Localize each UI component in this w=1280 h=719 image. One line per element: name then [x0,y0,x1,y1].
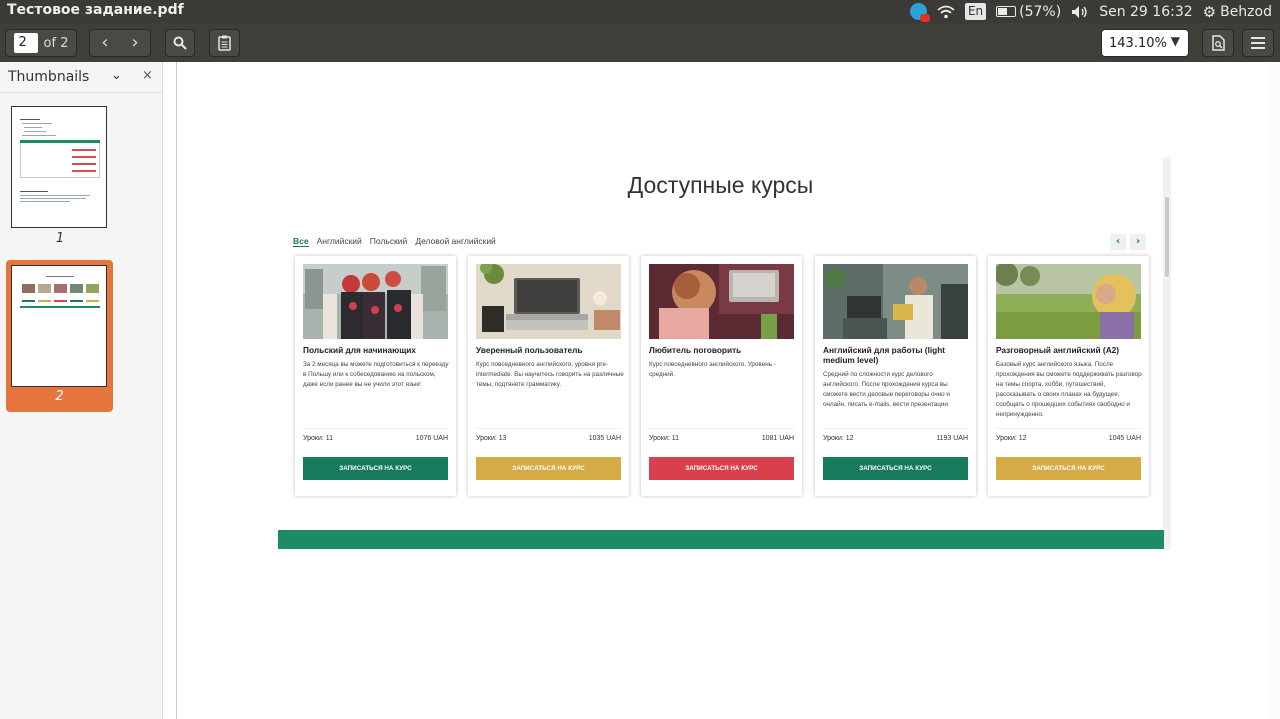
menu-button[interactable] [1242,29,1274,57]
sidebar-header: Thumbnails ⌄ × [0,62,162,93]
search-button[interactable] [165,29,195,57]
tab-business-english[interactable]: Деловой английский [415,236,496,247]
page-thumbnail-2-number: 2 [55,389,64,404]
enroll-button[interactable]: ЗАПИСАТЬСЯ НА КУРС [303,457,448,480]
course-image [476,264,621,339]
tab-english[interactable]: Английский [317,236,362,247]
course-description: Курс повседневного английского, уровня p… [476,361,624,388]
enroll-button[interactable]: ЗАПИСАТЬСЯ НА КУРС [996,457,1141,480]
next-page-button[interactable]: › [120,30,150,56]
carousel-nav: ‹ › [1110,234,1146,250]
page-total-label: of 2 [43,35,69,51]
system-tray: En (57%) Sen 29 16:32 ⚙ Behzod [909,0,1272,23]
course-description: За 2 месяца вы можете подготовиться к пе… [303,361,449,388]
page-thumbnail-1[interactable] [11,106,107,228]
chevron-down-icon: ▼ [1170,34,1180,48]
hamburger-menu-icon [1251,37,1265,49]
document-properties-button[interactable] [1202,29,1234,57]
battery-indicator[interactable]: (57%) [996,4,1061,20]
card-divider [996,428,1141,429]
course-price: 1193 UAH [936,435,968,442]
card-divider [649,428,794,429]
course-lessons: Уроки: 11 [649,435,680,442]
course-card-polish-beginners: Польский для начинающих За 2 месяца вы м… [295,256,456,496]
viewer-toolbar: 2 of 2 ‹ › 143.10% ▼ [0,23,1280,62]
zoom-selector[interactable]: 143.10% ▼ [1101,29,1189,57]
course-title: Разговорный английский (A2) [996,345,1120,355]
tab-all[interactable]: Все [293,236,309,247]
page-edge [176,62,177,719]
tab-polish[interactable]: Польский [370,236,408,247]
system-top-bar: Тестовое задание.pdf En (57%) Sen 29 16:… [0,0,1280,23]
sidebar-title: Thumbnails [8,69,90,85]
user-name: Behzod [1220,3,1272,20]
wifi-icon[interactable] [937,5,955,19]
search-icon [173,36,187,50]
course-price: 1081 UAH [761,435,794,442]
course-image [996,264,1141,339]
enroll-button[interactable]: ЗАПИСАТЬСЯ НА КУРС [649,457,794,480]
document-scrollbar[interactable] [1269,62,1280,719]
battery-percent: (57%) [1019,3,1062,20]
thumbnails-sidebar: Thumbnails ⌄ × 1 2 [0,62,163,719]
previous-page-button[interactable]: ‹ [90,30,120,56]
course-description: Курс повседневного английского. Уровень … [649,361,776,378]
battery-icon [996,6,1017,17]
course-title: Любитель поговорить [649,345,742,355]
course-image [823,264,968,339]
course-image [303,264,448,339]
course-card-english-for-work: Английский для работы (light medium leve… [815,256,976,496]
volume-icon[interactable] [1071,5,1089,19]
telegram-icon[interactable] [909,3,930,22]
battery-level-fill [998,8,1007,15]
course-card-confident-user: Уверенный пользователь Курс повседневног… [468,256,629,496]
page-footer-strip [278,530,1164,549]
enroll-button[interactable]: ЗАПИСАТЬСЯ НА КУРС [476,457,621,480]
user-menu[interactable]: ⚙ Behzod [1203,3,1272,21]
course-lessons: Уроки: 13 [476,435,507,442]
course-card-conversation-lover: Любитель поговорить Курс повседневного а… [641,256,802,496]
page-nav-group: ‹ › [89,29,151,57]
zoom-value: 143.10% [1109,35,1167,51]
power-icon: ⚙ [1202,2,1217,21]
current-page-input[interactable]: 2 [13,33,38,53]
course-title: Уверенный пользователь [476,345,583,355]
course-description: Базовый курс английского языка. После пр… [996,361,1142,418]
course-title: Польский для начинающих [303,345,416,355]
card-divider [823,428,968,429]
courses-heading: Доступные курсы [627,172,814,198]
course-price: 1045 UAH [1108,435,1141,442]
clipboard-icon [218,35,231,51]
course-price: 1076 UAH [415,435,448,442]
course-title: Английский для работы (light medium leve… [823,345,946,365]
page-thumbnail-2 [11,265,107,387]
annotations-button[interactable] [209,29,240,57]
course-price: 1035 UAH [588,435,621,442]
card-divider [303,428,448,429]
course-card-conversational-english: Разговорный английский (A2) Базовый курс… [988,256,1149,496]
page-selector[interactable]: 2 of 2 [5,29,77,57]
course-description: Средний по сложности курс делового англи… [823,371,950,408]
language-indicator[interactable]: En [964,3,987,20]
datetime[interactable]: Sen 29 16:32 [1099,4,1192,20]
embedded-page-scrollbar [1163,157,1171,549]
sidebar-mode-dropdown[interactable]: ⌄ [111,68,122,83]
course-lessons: Уроки: 12 [996,435,1027,442]
course-image [649,264,794,339]
page-thumbnail-1-number: 1 [55,231,65,246]
page-thumbnail-2-selected[interactable]: 2 [6,260,113,412]
window-title: Тестовое задание.pdf [7,2,184,18]
document-icon [1211,35,1225,51]
course-lessons: Уроки: 12 [823,435,854,442]
course-filter-tabs: Все Английский Польский Деловой английск… [293,236,496,247]
enroll-button[interactable]: ЗАПИСАТЬСЯ НА КУРС [823,457,968,480]
close-sidebar-button[interactable]: × [142,68,153,83]
carousel-next-icon[interactable]: › [1130,234,1146,250]
card-divider [476,428,621,429]
carousel-prev-icon[interactable]: ‹ [1110,234,1126,250]
embedded-scrollbar-thumb [1165,197,1169,277]
course-lessons: Уроки: 11 [303,435,334,442]
